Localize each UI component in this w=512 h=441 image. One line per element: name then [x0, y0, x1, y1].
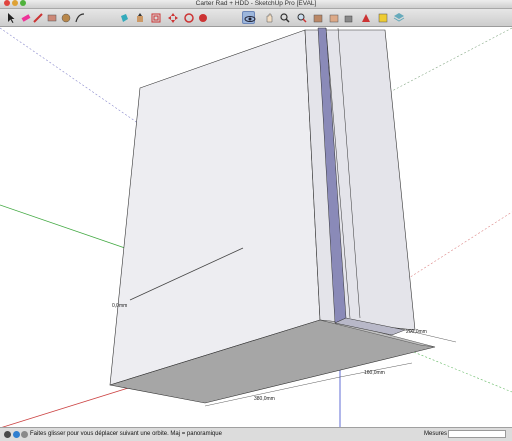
guide-dotted-top	[0, 27, 149, 131]
help-icon[interactable]	[21, 431, 28, 438]
get-photo-texture-tool-icon[interactable]	[376, 11, 389, 24]
rectangle-tool-icon[interactable]	[45, 11, 58, 24]
dimension-label-green: 0,0mm	[112, 303, 127, 309]
extension-warehouse-tool-icon[interactable]	[359, 11, 372, 24]
follow-me-tool-icon[interactable]	[196, 11, 209, 24]
zoom-extents-tool-icon[interactable]	[295, 11, 308, 24]
drawing-viewport[interactable]: 0,0mm 380,0mm 160,0mm 200,0mm	[0, 27, 512, 427]
credits-icon[interactable]	[13, 431, 20, 438]
status-bar: Faites glisser pour vous déplacer suivan…	[0, 427, 512, 441]
status-help-text: Faites glisser pour vous déplacer suivan…	[30, 431, 222, 437]
geo-location-icon[interactable]	[4, 431, 11, 438]
dimension-label-width: 380,0mm	[254, 396, 275, 402]
window-title: Carter Rad + HDD - SketchUp Pro [EVAL]	[195, 0, 317, 7]
zoom-tool-icon[interactable]	[278, 11, 291, 24]
push-pull-tool-icon[interactable]	[133, 11, 146, 24]
rotate-tool-icon[interactable]	[182, 11, 195, 24]
paint-bucket-tool-icon[interactable]	[117, 11, 130, 24]
sketchup-window: Carter Rad + HDD - SketchUp Pro [EVAL] 0…	[0, 0, 512, 441]
dimension-label-side: 200,0mm	[406, 329, 427, 335]
dimension-label-depth: 160,0mm	[364, 370, 385, 376]
measurements-input[interactable]	[448, 430, 506, 438]
share-component-tool-icon[interactable]	[342, 11, 355, 24]
orbit-tool-icon[interactable]	[242, 11, 256, 24]
move-tool-icon[interactable]	[166, 11, 179, 24]
pan-tool-icon[interactable]	[262, 11, 275, 24]
title-bar: Carter Rad + HDD - SketchUp Pro [EVAL]	[0, 0, 512, 9]
offset-tool-icon[interactable]	[149, 11, 162, 24]
pencil-tool-icon[interactable]	[31, 11, 44, 24]
guide-dotted-top-right	[389, 27, 512, 93]
measurements-label: Mesures	[424, 431, 448, 437]
arc-tool-icon[interactable]	[73, 11, 86, 24]
circle-tool-icon[interactable]	[59, 11, 72, 24]
select-tool-icon[interactable]	[4, 11, 17, 24]
layout-tool-icon[interactable]	[392, 11, 405, 24]
model-canvas[interactable]: 0,0mm 380,0mm 160,0mm 200,0mm	[0, 27, 512, 427]
main-toolbar	[0, 9, 512, 27]
get-models-tool-icon[interactable]	[311, 11, 324, 24]
share-model-tool-icon[interactable]	[327, 11, 340, 24]
